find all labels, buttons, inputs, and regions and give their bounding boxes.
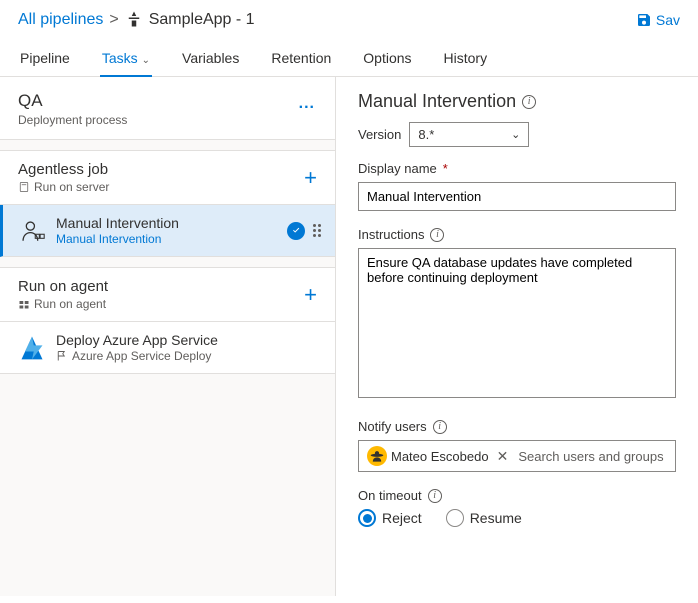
breadcrumb-root-link[interactable]: All pipelines xyxy=(18,11,103,29)
status-valid-icon xyxy=(287,222,305,240)
tab-options[interactable]: Options xyxy=(361,44,413,76)
notify-label: Notify users xyxy=(358,419,427,434)
task-subtitle: Azure App Service Deploy xyxy=(56,349,321,363)
tab-history[interactable]: History xyxy=(442,44,490,76)
avatar-icon xyxy=(367,446,387,466)
timeout-reject-radio[interactable]: Reject xyxy=(358,509,422,527)
task-subtitle: Manual Intervention xyxy=(56,232,277,246)
drag-handle-icon[interactable] xyxy=(313,224,321,237)
job-subtitle: Run on agent xyxy=(18,297,108,311)
job-header-agent[interactable]: Run on agent Run on agent + xyxy=(0,267,335,322)
breadcrumb-separator: > xyxy=(109,11,118,29)
chip-label: Mateo Escobedo xyxy=(391,449,489,464)
instructions-label: Instructions xyxy=(358,227,424,242)
radio-label: Reject xyxy=(382,510,422,526)
user-chip: Mateo Escobedo ✕ xyxy=(365,444,514,468)
task-title: Deploy Azure App Service xyxy=(56,332,321,348)
job-title: Run on agent xyxy=(18,278,108,295)
info-icon[interactable]: i xyxy=(430,228,444,242)
radio-label: Resume xyxy=(470,510,522,526)
notify-placeholder: Search users and groups xyxy=(518,449,669,464)
job-title: Agentless job xyxy=(18,161,109,178)
task-title: Manual Intervention xyxy=(56,215,277,231)
chip-remove-button[interactable]: ✕ xyxy=(493,448,513,465)
flag-icon xyxy=(56,350,68,362)
info-icon[interactable]: i xyxy=(522,95,536,109)
save-icon xyxy=(636,12,652,28)
breadcrumb: All pipelines > SampleApp - 1 xyxy=(18,10,255,30)
chevron-down-icon: ⌄ xyxy=(511,128,520,141)
details-panel: Manual Intervention i Version 8.* ⌄ Disp… xyxy=(336,77,698,596)
left-panel: QA Deployment process ... Agentless job … xyxy=(0,77,336,596)
server-icon xyxy=(18,181,30,193)
agent-icon xyxy=(18,298,30,310)
tab-tasks[interactable]: Tasks⌄ xyxy=(100,44,152,76)
stage-header[interactable]: QA Deployment process ... xyxy=(0,77,335,140)
info-icon[interactable]: i xyxy=(433,420,447,434)
display-name-label: Display name xyxy=(358,161,437,176)
notify-users-input[interactable]: Mateo Escobedo ✕ Search users and groups xyxy=(358,440,676,472)
person-icon xyxy=(18,217,46,245)
stage-name: QA xyxy=(18,91,127,111)
task-deploy-app-service[interactable]: Deploy Azure App Service Azure App Servi… xyxy=(0,322,335,374)
add-task-button[interactable]: + xyxy=(300,165,321,191)
tab-variables[interactable]: Variables xyxy=(180,44,241,76)
task-manual-intervention[interactable]: Manual Intervention Manual Intervention xyxy=(0,205,335,257)
save-label: Sav xyxy=(656,12,680,28)
azure-icon xyxy=(18,334,46,362)
panel-title: Manual Intervention i xyxy=(358,91,676,112)
tab-retention[interactable]: Retention xyxy=(269,44,333,76)
version-select[interactable]: 8.* ⌄ xyxy=(409,122,529,147)
timeout-resume-radio[interactable]: Resume xyxy=(446,509,522,527)
radio-icon xyxy=(358,509,376,527)
required-indicator: * xyxy=(443,161,448,176)
tab-pipeline[interactable]: Pipeline xyxy=(18,44,72,76)
tabs: Pipeline Tasks⌄ Variables Retention Opti… xyxy=(0,34,698,77)
display-name-input[interactable] xyxy=(358,182,676,211)
add-task-button[interactable]: + xyxy=(300,282,321,308)
version-label: Version xyxy=(358,127,401,142)
info-icon[interactable]: i xyxy=(428,489,442,503)
timeout-label: On timeout xyxy=(358,488,422,503)
stage-more-button[interactable]: ... xyxy=(293,91,321,117)
breadcrumb-title: SampleApp - 1 xyxy=(149,11,255,29)
job-subtitle: Run on server xyxy=(18,180,109,194)
instructions-textarea[interactable]: Ensure QA database updates have complete… xyxy=(358,248,676,398)
pipeline-icon xyxy=(125,10,143,30)
job-header-agentless[interactable]: Agentless job Run on server + xyxy=(0,150,335,205)
save-button[interactable]: Sav xyxy=(636,12,680,28)
radio-icon xyxy=(446,509,464,527)
stage-subtitle: Deployment process xyxy=(18,113,127,127)
chevron-down-icon: ⌄ xyxy=(142,55,150,66)
